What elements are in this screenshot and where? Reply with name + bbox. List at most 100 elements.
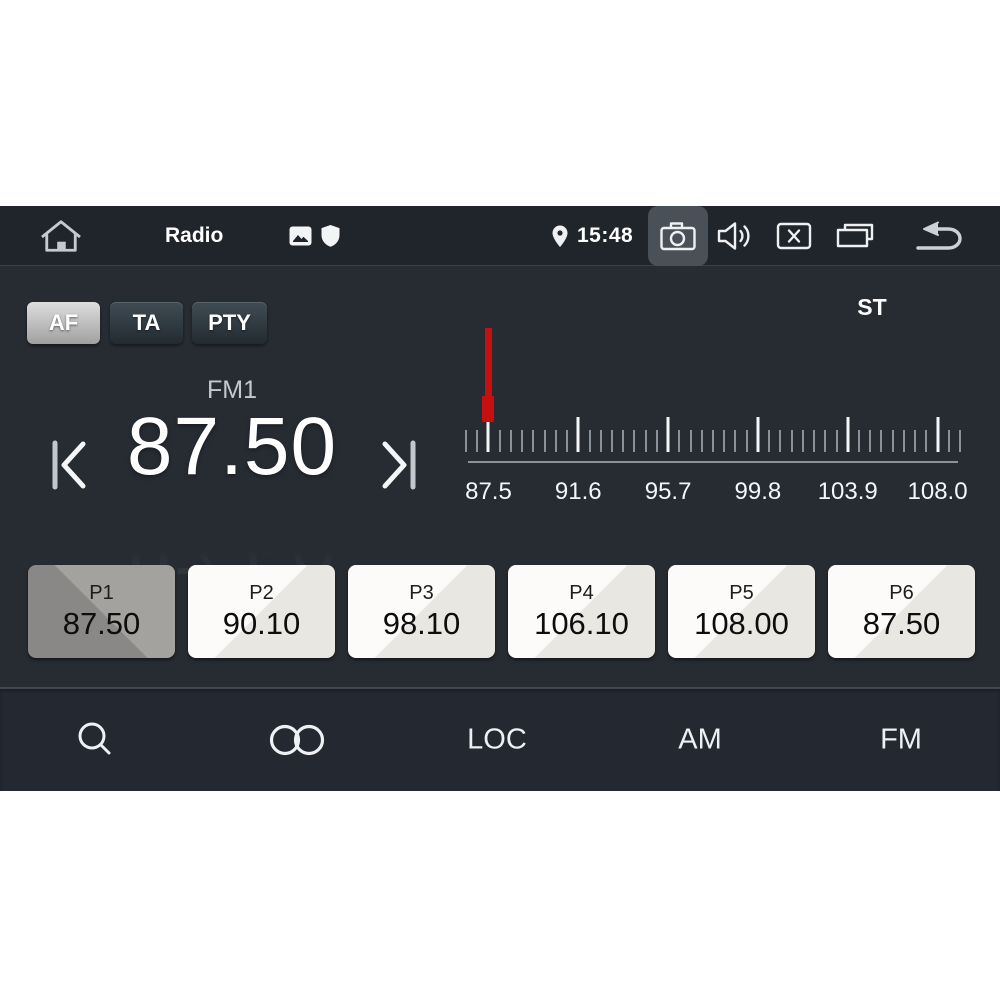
af-button[interactable]: AF (27, 302, 100, 344)
dial-tick (465, 430, 467, 452)
preset-frequency: 106.10 (534, 606, 629, 642)
dial-tick (712, 430, 714, 452)
dial-frequency-label: 99.8 (735, 478, 782, 506)
dial-tick (802, 430, 804, 452)
dial-tick (836, 430, 838, 452)
dial-tick (600, 430, 602, 452)
preset-frequency: 98.10 (383, 606, 461, 642)
dial-tick (914, 430, 916, 452)
location-pin-icon (551, 224, 569, 248)
preset-button-p5[interactable]: P5 108.00 (668, 565, 815, 658)
dial-tick (633, 430, 635, 452)
dial-tick (622, 430, 624, 452)
needle-shaft (485, 328, 492, 396)
back-arrow-icon (912, 220, 964, 252)
seek-previous-icon (47, 435, 91, 495)
ta-button[interactable]: TA (110, 302, 183, 344)
dial-tick (791, 430, 793, 452)
seek-previous-button[interactable] (46, 434, 92, 496)
dial-tick (858, 430, 860, 452)
preset-label: P3 (409, 582, 433, 605)
dial-tick (476, 430, 478, 452)
dial-tick (846, 417, 849, 452)
preset-label: P5 (729, 582, 753, 605)
home-button[interactable] (38, 217, 84, 255)
preset-frequency: 90.10 (223, 606, 301, 642)
volume-button[interactable] (716, 220, 756, 252)
dial-tick (521, 430, 523, 452)
app-title: Radio (165, 224, 223, 248)
seek-next-icon (377, 435, 421, 495)
dial-baseline (468, 461, 958, 463)
scan-button[interactable] (75, 720, 115, 760)
bottom-bar: LOC AM FM (0, 687, 1000, 791)
dial-tick (678, 430, 680, 452)
preset-row: P1 87.50 P2 90.10 P3 98.10 P4 106.10 P5 … (28, 565, 975, 658)
search-icon (75, 720, 115, 760)
dial-tick (734, 430, 736, 452)
stereo-indicator: ST (842, 294, 902, 321)
radio-app-screen: Radio 15:48 (0, 206, 1000, 791)
dial-tick (779, 430, 781, 452)
preset-frequency: 87.50 (63, 606, 141, 642)
loc-button[interactable]: LOC (467, 724, 527, 757)
preset-label: P4 (569, 582, 593, 605)
dial-tick (813, 430, 815, 452)
status-bar: Radio 15:48 (0, 206, 1000, 266)
gallery-icon (289, 226, 312, 246)
am-button[interactable]: AM (678, 724, 722, 757)
dial-tick (903, 430, 905, 452)
dial-tick (869, 430, 871, 452)
recent-apps-icon (835, 222, 875, 250)
dial-tick (746, 430, 748, 452)
fm-button[interactable]: FM (880, 724, 922, 757)
dial-tick (756, 417, 759, 452)
band-cycle-button[interactable] (266, 723, 328, 757)
camera-icon (659, 220, 697, 252)
screenshot-button[interactable] (648, 206, 708, 266)
dial-tick (701, 430, 703, 452)
dial-frequency-label: 95.7 (645, 478, 692, 506)
recent-apps-button[interactable] (835, 222, 875, 250)
dial-tick (959, 430, 961, 452)
dial-tick (499, 430, 501, 452)
dial-tick (768, 430, 770, 452)
preset-label: P1 (89, 582, 113, 605)
tuning-dial[interactable]: 87.591.695.799.8103.9108.0 (466, 388, 960, 523)
preset-frequency: 108.00 (694, 606, 789, 642)
dial-tick (948, 430, 950, 452)
dial-frequency-label: 91.6 (555, 478, 602, 506)
pty-button[interactable]: PTY (192, 302, 267, 344)
preset-label: P6 (889, 582, 913, 605)
band-cycle-icon (266, 723, 328, 757)
preset-button-p4[interactable]: P4 106.10 (508, 565, 655, 658)
shield-icon (321, 224, 340, 247)
dial-tick (892, 430, 894, 452)
dial-frequency-label: 87.5 (465, 478, 512, 506)
dial-frequency-label: 108.0 (908, 478, 968, 506)
preset-button-p2[interactable]: P2 90.10 (188, 565, 335, 658)
dial-tick (577, 417, 580, 452)
tuner-needle (482, 328, 494, 422)
preset-button-p3[interactable]: P3 98.10 (348, 565, 495, 658)
home-icon (38, 217, 84, 255)
dial-tick (510, 430, 512, 452)
close-app-button[interactable] (776, 222, 812, 250)
dial-tick (667, 417, 670, 452)
dial-tick (544, 430, 546, 452)
dial-tick (589, 430, 591, 452)
dial-tick (487, 417, 490, 452)
preset-label: P2 (249, 582, 273, 605)
back-button[interactable] (912, 220, 964, 252)
preset-button-p6[interactable]: P6 87.50 (828, 565, 975, 658)
preset-button-p1[interactable]: P1 87.50 (28, 565, 175, 658)
dial-tick (723, 430, 725, 452)
dial-tick (611, 430, 613, 452)
page: Radio 15:48 (0, 0, 1000, 1000)
seek-next-button[interactable] (376, 434, 422, 496)
dial-frequency-label: 103.9 (818, 478, 878, 506)
dial-tick (936, 417, 939, 452)
close-window-icon (776, 222, 812, 250)
status-clock: 15:48 (577, 224, 633, 248)
dial-tick (690, 430, 692, 452)
